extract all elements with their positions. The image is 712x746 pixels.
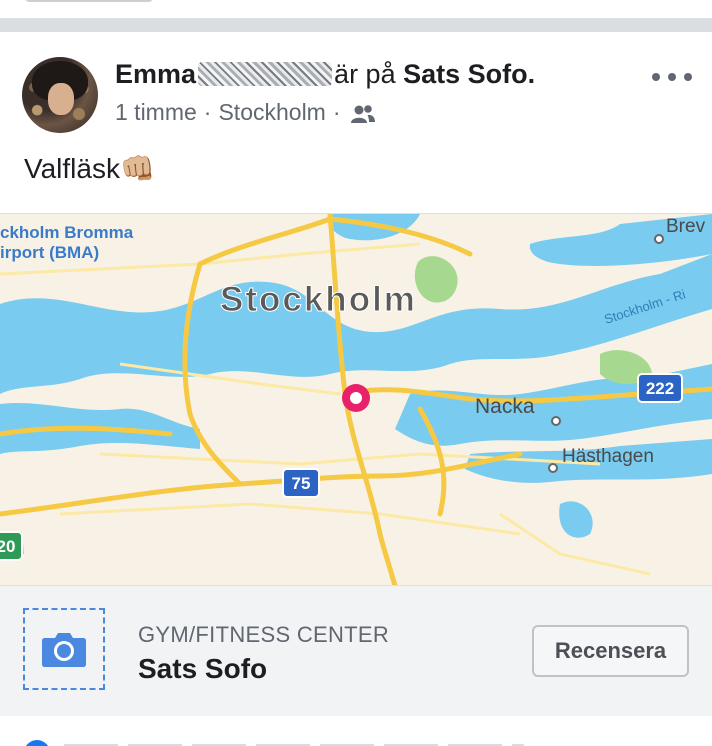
map-label-hasthagen: Hästhagen [562,446,654,467]
road-shield-20: 20 [0,531,23,561]
meta-separator: · [203,99,212,125]
map-label-brevik: Brev [666,216,706,237]
location-map[interactable]: ckholm Bromma irport (BMA) Stockholm Nac… [0,213,712,586]
post-meta: 1 timme · Stockholm · [115,99,376,126]
camera-icon [42,633,86,667]
more-dot [668,73,676,81]
post-header: Emma är på Sats Sofo. 1 timme · Stockholm… [0,32,712,142]
avatar-face [48,83,74,115]
fist-emoji: 👊🏼 [119,152,155,185]
map-label-nacka: Nacka [475,395,535,418]
svg-text:222: 222 [646,379,674,398]
post-message: Valfläsk [24,153,120,184]
redacted-surname [198,62,333,86]
svg-text:20: 20 [0,537,15,556]
location-pin-icon[interactable] [342,384,370,412]
map-canvas: ckholm Bromma irport (BMA) Stockholm Nac… [0,214,712,586]
previous-post-remnant [0,0,712,18]
reaction-icon [24,740,50,746]
review-button[interactable]: Recensera [532,625,689,677]
meta-separator-2: · [332,99,341,125]
checkin-place-link[interactable]: Sats Sofo. [403,59,535,89]
post-text: Valfläsk👊🏼 [24,152,155,185]
more-dot [652,73,660,81]
post-time[interactable]: 1 timme [115,99,197,126]
map-label-airport-2: irport (BMA) [0,243,99,262]
svg-text:75: 75 [292,474,311,493]
friends-icon[interactable] [350,103,376,123]
place-card[interactable]: GYM/FITNESS CENTER Sats Sofo Recensera [0,585,712,717]
avatar[interactable] [22,57,98,133]
post-location[interactable]: Stockholm [218,99,325,126]
checkin-verb: är på [334,59,396,89]
add-photo-button[interactable] [23,608,105,690]
more-dot [684,73,692,81]
road-shield-75: 75 [282,468,320,498]
road-shield-222: 222 [637,373,683,403]
map-label-airport: ckholm Bromma [0,223,134,242]
map-label-city: Stockholm [220,280,417,319]
place-name[interactable]: Sats Sofo [138,653,267,685]
place-category: GYM/FITNESS CENTER [138,622,390,647]
post-title: Emma är på Sats Sofo. [115,59,535,90]
feed-separator [0,18,712,32]
author-name[interactable]: Emma [115,59,196,89]
next-item-remnant [0,716,712,746]
previous-post-button-edge[interactable] [24,0,154,2]
more-horizontal-icon[interactable] [652,66,692,88]
